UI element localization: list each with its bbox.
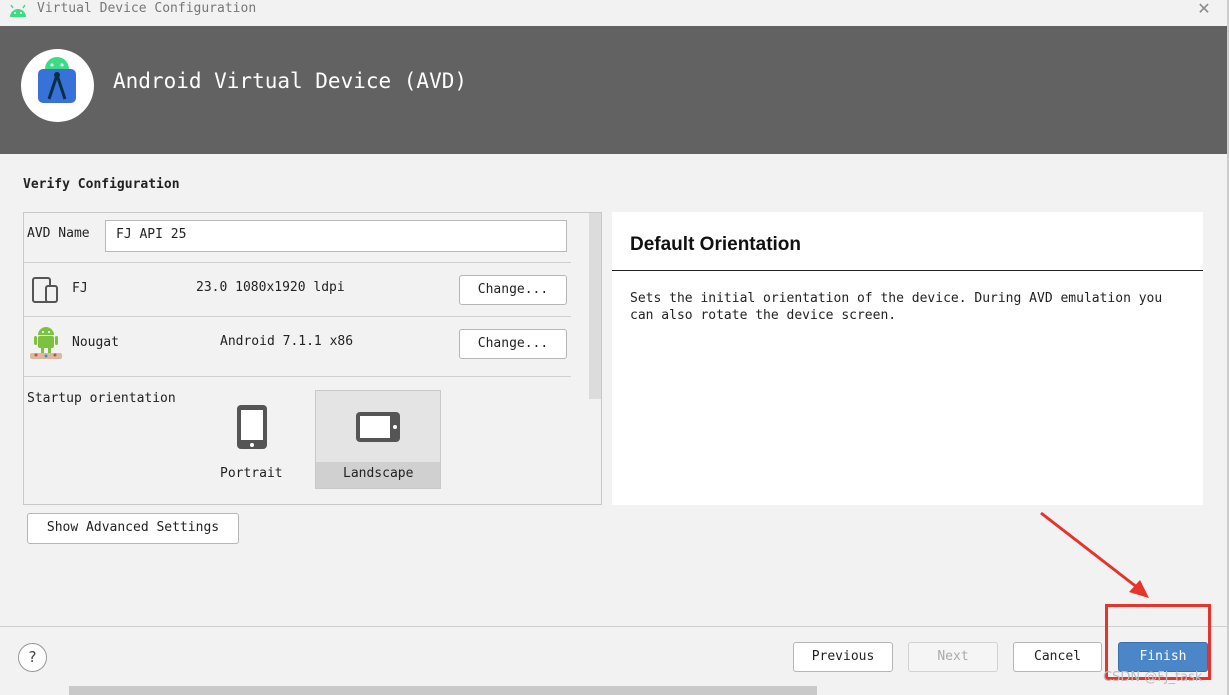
device-name: FJ <box>72 281 88 296</box>
footer-divider <box>0 626 1227 627</box>
startup-orientation-label: Startup orientation <box>27 391 176 406</box>
header-title: Android Virtual Device (AVD) <box>113 69 468 93</box>
section-title: Verify Configuration <box>23 177 180 192</box>
landscape-label: Landscape <box>343 466 414 481</box>
taskbar-strip <box>69 686 817 695</box>
system-image-name: Nougat <box>72 335 119 350</box>
avd-name-label: AVD Name <box>27 226 90 241</box>
help-description: Sets the initial orientation of the devi… <box>630 291 1163 323</box>
close-icon[interactable]: ✕ <box>1195 0 1213 20</box>
nougat-android-icon <box>30 327 62 359</box>
portrait-phone-icon <box>237 405 267 449</box>
watermark: CSDN @FJ_task <box>1103 670 1203 685</box>
system-image-spec: Android 7.1.1 x86 <box>220 334 354 349</box>
help-title: Default Orientation <box>630 234 802 255</box>
scrollbar[interactable] <box>589 213 601 399</box>
device-spec: 23.0 1080x1920 ldpi <box>196 280 345 295</box>
window-title: Virtual Device Configuration <box>37 1 257 16</box>
annotation-arrow-icon <box>1040 511 1149 598</box>
change-device-button[interactable]: Change... <box>459 275 567 305</box>
divider <box>24 316 571 317</box>
divider <box>24 376 571 377</box>
portrait-label: Portrait <box>220 466 283 481</box>
help-divider <box>612 270 1203 271</box>
next-button[interactable]: Next <box>908 642 998 672</box>
android-studio-logo <box>21 49 94 122</box>
help-question-button[interactable]: ? <box>18 643 47 672</box>
android-icon <box>10 4 26 17</box>
previous-button[interactable]: Previous <box>793 642 893 672</box>
landscape-phone-icon <box>356 412 400 442</box>
cancel-button[interactable]: Cancel <box>1013 642 1102 672</box>
show-advanced-settings-button[interactable]: Show Advanced Settings <box>27 513 239 544</box>
change-system-image-button[interactable]: Change... <box>459 329 567 359</box>
divider <box>24 262 571 263</box>
avd-name-input[interactable]: FJ API 25 <box>105 220 567 252</box>
phone-tablet-icon <box>32 277 58 303</box>
